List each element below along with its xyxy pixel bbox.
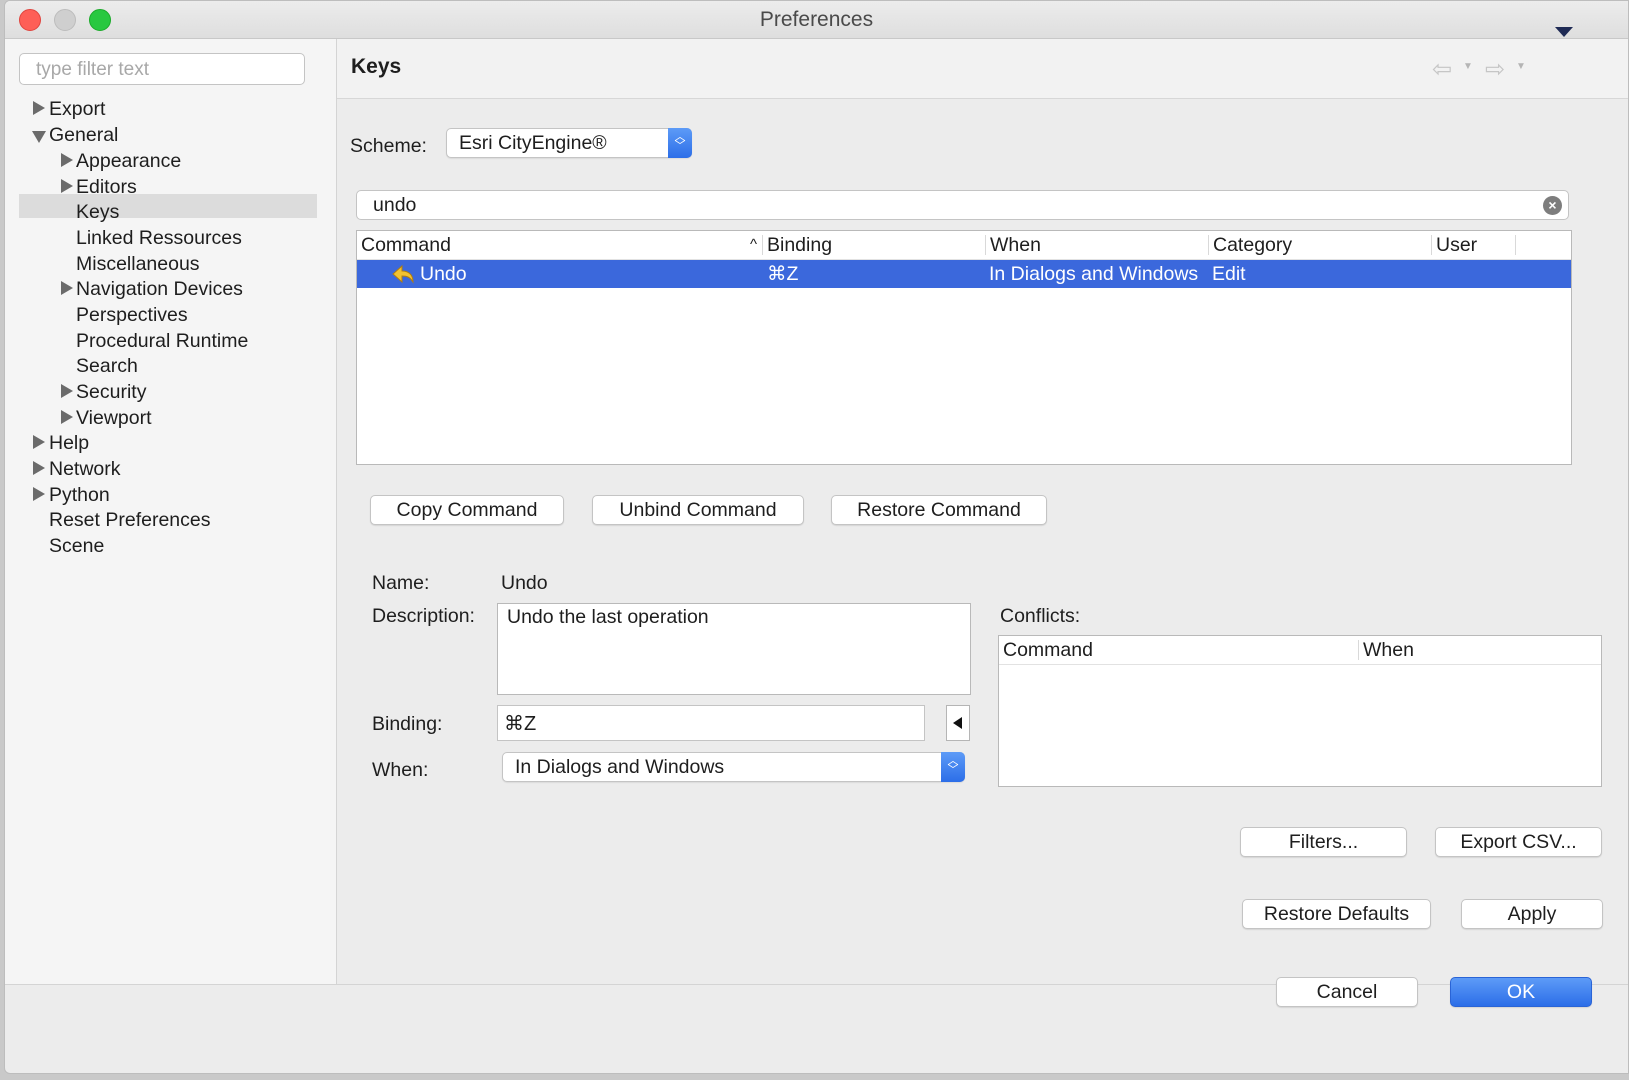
tree-item-scene[interactable]: Scene xyxy=(49,533,104,559)
name-value: Undo xyxy=(501,572,548,594)
title-bar: Preferences xyxy=(5,1,1628,39)
cell-binding: ⌘Z xyxy=(767,263,799,285)
page-header: Keys ⇦ ▼ ⇨ ▼ xyxy=(337,39,1628,99)
bindings-table[interactable]: Command ^ Binding When Category User Und… xyxy=(356,230,1572,465)
column-header-command[interactable]: Command ^ xyxy=(357,231,767,259)
preference-tree-panel: type filter text Export General Appearan… xyxy=(5,39,337,984)
ok-button[interactable]: OK xyxy=(1450,977,1592,1007)
copy-command-button[interactable]: Copy Command xyxy=(370,495,564,525)
export-csv-button[interactable]: Export CSV... xyxy=(1435,827,1602,857)
apply-button[interactable]: Apply xyxy=(1461,899,1603,929)
expand-arrow-icon[interactable] xyxy=(61,153,73,167)
tree-item-python[interactable]: Python xyxy=(33,482,110,508)
tree-item-keys[interactable]: Keys xyxy=(76,199,119,225)
tree-item-perspectives[interactable]: Perspectives xyxy=(76,302,188,328)
tree-item-procedural-runtime[interactable]: Procedural Runtime xyxy=(76,328,248,354)
conflicts-header-command[interactable]: Command xyxy=(999,636,1359,664)
expand-arrow-icon[interactable] xyxy=(33,487,45,501)
forward-history-dropdown-icon[interactable]: ▼ xyxy=(1516,61,1526,72)
binding-insert-arrow-icon[interactable] xyxy=(946,705,970,741)
scheme-select[interactable]: Esri CityEngine® ︿ ﹀ xyxy=(446,128,692,158)
sort-ascending-icon: ^ xyxy=(749,236,757,253)
collapse-arrow-icon[interactable] xyxy=(32,131,46,143)
column-separator xyxy=(1515,235,1516,255)
expand-arrow-icon[interactable] xyxy=(61,179,73,193)
expand-arrow-icon[interactable] xyxy=(33,101,45,115)
tree-item-security[interactable]: Security xyxy=(61,379,146,405)
filter-input[interactable]: type filter text xyxy=(19,53,305,85)
back-arrow-icon[interactable]: ⇦ xyxy=(1432,55,1452,84)
conflicts-header-when[interactable]: When xyxy=(1359,636,1599,664)
name-label: Name: xyxy=(372,572,430,594)
preferences-window: Preferences type filter text Export Gene… xyxy=(4,0,1629,1074)
when-label: When: xyxy=(372,759,429,781)
tree-item-general[interactable]: General xyxy=(32,122,118,148)
cell-command: Undo xyxy=(420,263,467,285)
expand-arrow-icon[interactable] xyxy=(61,410,73,424)
view-menu-icon[interactable] xyxy=(1555,27,1573,37)
cell-category: Edit xyxy=(1212,263,1246,285)
tree-item-reset-preferences[interactable]: Reset Preferences xyxy=(49,507,211,533)
select-stepper-icon: ︿ ﹀ xyxy=(941,752,965,782)
tree-item-miscellaneous[interactable]: Miscellaneous xyxy=(76,251,200,277)
description-label: Description: xyxy=(372,605,475,627)
expand-arrow-icon[interactable] xyxy=(33,435,45,449)
restore-command-button[interactable]: Restore Command xyxy=(831,495,1047,525)
binding-input[interactable]: ⌘Z xyxy=(497,705,925,741)
window-title: Preferences xyxy=(759,8,874,31)
command-search-input[interactable]: undo × xyxy=(356,190,1569,220)
tree-item-linked-ressources[interactable]: Linked Ressources xyxy=(76,225,242,251)
conflicts-table[interactable]: Command When xyxy=(998,635,1602,787)
table-row[interactable]: Undo ⌘Z In Dialogs and Windows Edit xyxy=(357,260,1571,288)
forward-arrow-icon[interactable]: ⇨ xyxy=(1485,55,1505,84)
tree-item-viewport[interactable]: Viewport xyxy=(61,405,152,431)
tree-item-help[interactable]: Help xyxy=(33,430,89,456)
tree-item-editors[interactable]: Editors xyxy=(61,174,137,200)
restore-defaults-button[interactable]: Restore Defaults xyxy=(1242,899,1431,929)
tree-item-export[interactable]: Export xyxy=(33,96,105,122)
column-header-binding[interactable]: Binding xyxy=(763,231,985,259)
tree-item-search[interactable]: Search xyxy=(76,353,138,379)
column-header-when[interactable]: When xyxy=(986,231,1209,259)
clear-search-icon[interactable]: × xyxy=(1543,196,1562,215)
tree-item-navigation-devices[interactable]: Navigation Devices xyxy=(61,276,243,302)
select-stepper-icon: ︿ ﹀ xyxy=(668,128,692,158)
expand-arrow-icon[interactable] xyxy=(61,384,73,398)
conflicts-label: Conflicts: xyxy=(1000,605,1081,627)
expand-arrow-icon[interactable] xyxy=(61,281,73,295)
scheme-label: Scheme: xyxy=(350,135,427,157)
expand-arrow-icon[interactable] xyxy=(33,461,45,475)
when-select[interactable]: In Dialogs and Windows ︿ ﹀ xyxy=(502,752,965,782)
tree-item-network[interactable]: Network xyxy=(33,456,121,482)
undo-icon xyxy=(392,264,414,284)
header-divider xyxy=(999,664,1601,665)
cancel-button[interactable]: Cancel xyxy=(1276,977,1418,1007)
column-header-user[interactable]: User xyxy=(1432,231,1516,259)
cell-when: In Dialogs and Windows xyxy=(989,263,1199,285)
filters-button[interactable]: Filters... xyxy=(1240,827,1407,857)
tree-item-appearance[interactable]: Appearance xyxy=(61,148,181,174)
binding-label: Binding: xyxy=(372,713,443,735)
column-header-category[interactable]: Category xyxy=(1209,231,1432,259)
page-title: Keys xyxy=(351,55,402,78)
unbind-command-button[interactable]: Unbind Command xyxy=(592,495,804,525)
back-history-dropdown-icon[interactable]: ▼ xyxy=(1463,61,1473,72)
description-field[interactable]: Undo the last operation xyxy=(497,603,971,695)
